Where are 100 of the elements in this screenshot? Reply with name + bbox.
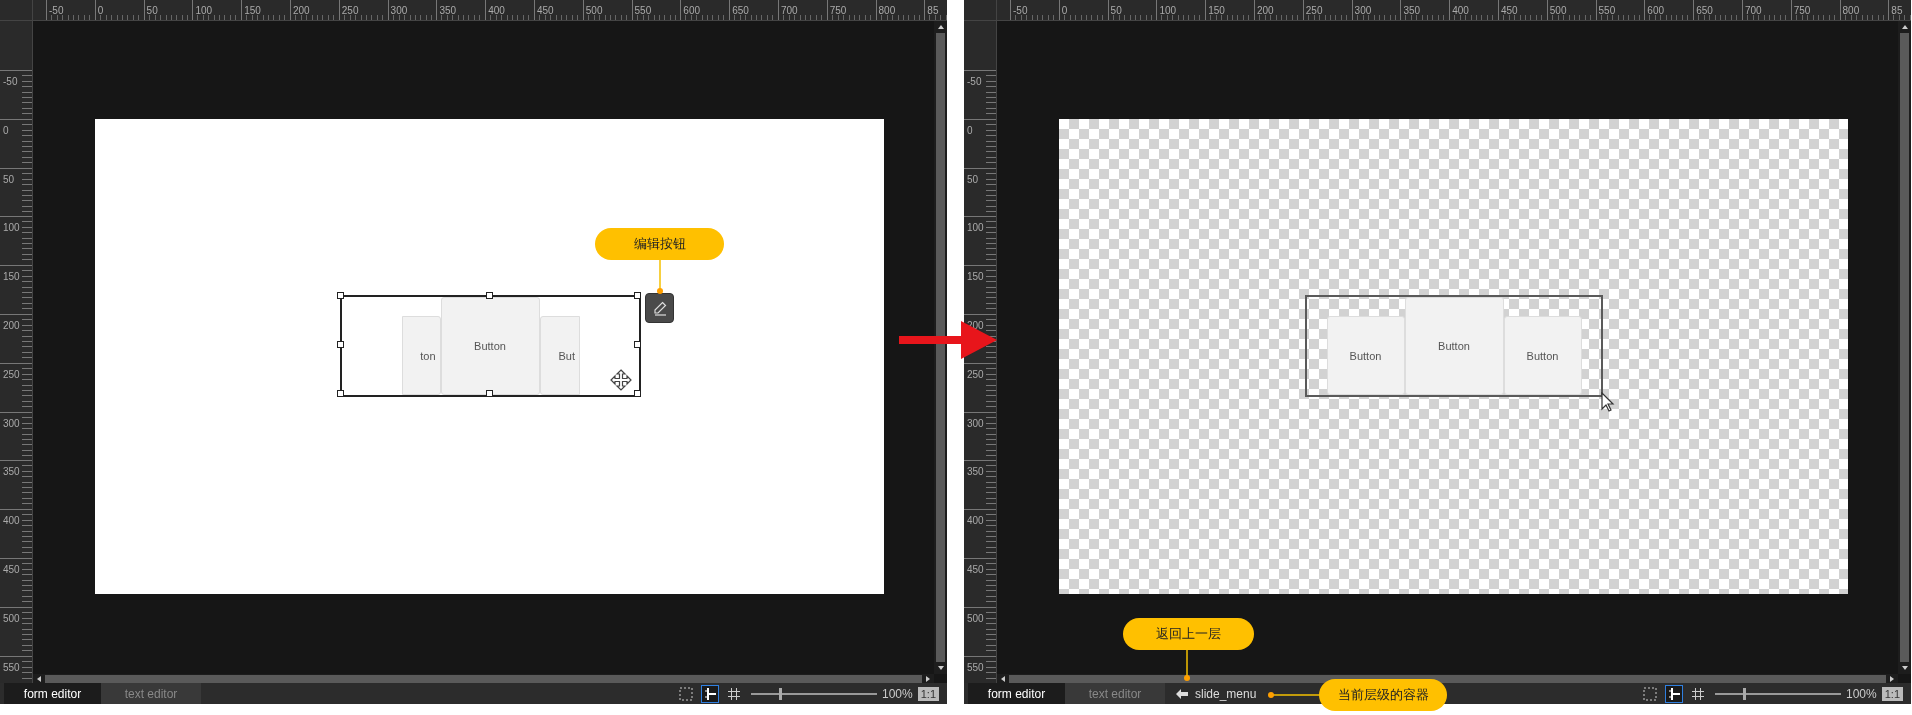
ruler-label: 85 <box>1890 5 1903 16</box>
ruler-label: 450 <box>535 5 554 16</box>
ruler-label: 150 <box>1207 5 1225 16</box>
edit-button[interactable] <box>645 293 674 323</box>
leader-line <box>656 260 664 295</box>
ruler-label: 50 <box>966 172 979 185</box>
ruler-label: 400 <box>2 514 20 527</box>
scroll-up-icon[interactable] <box>936 24 945 30</box>
ruler-label: 750 <box>1792 5 1811 16</box>
ruler-label: 700 <box>1743 5 1762 16</box>
ruler-label: 400 <box>487 5 505 16</box>
ruler-label: -50 <box>1012 5 1028 16</box>
ruler-label: 150 <box>2 270 20 283</box>
ruler-label: 500 <box>584 5 603 16</box>
slider-thumb[interactable] <box>1742 687 1746 700</box>
ruler-label: 650 <box>1695 5 1713 16</box>
snap-tool[interactable] <box>1665 684 1683 703</box>
ruler-label: 500 <box>1548 5 1567 16</box>
ruler-label: 250 <box>340 5 359 16</box>
scroll-down-icon[interactable] <box>936 665 945 671</box>
ruler-label: 300 <box>966 416 984 429</box>
ruler-label: 550 <box>966 660 984 673</box>
ruler-label: 250 <box>1304 5 1323 16</box>
scroll-up-icon[interactable] <box>1900 24 1909 30</box>
ruler-label: 85 <box>926 5 939 16</box>
ruler-label: 200 <box>292 5 310 16</box>
resize-handle[interactable] <box>634 390 641 397</box>
scroll-left-icon[interactable] <box>1000 674 1006 683</box>
scroll-right-icon[interactable] <box>1889 674 1895 683</box>
ruler-label: 450 <box>966 562 984 575</box>
scroll-right-icon[interactable] <box>925 674 931 683</box>
ruler-label: 550 <box>1597 5 1616 16</box>
ruler-label: 50 <box>145 5 158 16</box>
ruler-label: 0 <box>1060 5 1068 16</box>
ruler-label: 500 <box>966 611 984 624</box>
snap-tool[interactable] <box>701 684 719 703</box>
arrow-icon <box>899 319 997 361</box>
leader-line <box>1183 650 1191 682</box>
ruler-label: 600 <box>1646 5 1665 16</box>
scroll-left-icon[interactable] <box>36 674 42 683</box>
leader-line <box>1267 691 1319 699</box>
scrollbar-thumb[interactable] <box>1900 33 1909 662</box>
marquee-tool[interactable] <box>677 684 695 703</box>
breadcrumb-label[interactable]: slide_menu <box>1195 686 1257 701</box>
ruler-label: 250 <box>2 367 20 380</box>
ruler-label: 200 <box>2 319 20 331</box>
ruler-label: 450 <box>1499 5 1518 16</box>
actual-size-button[interactable]: 1:1 <box>917 686 939 701</box>
ruler-label: 100 <box>966 221 984 234</box>
resize-handle[interactable] <box>485 292 493 299</box>
resize-handle[interactable] <box>337 390 344 397</box>
resize-handle[interactable] <box>634 341 641 348</box>
slider-thumb[interactable] <box>778 687 782 700</box>
ruler-label: -50 <box>2 75 18 87</box>
resize-handle[interactable] <box>634 292 641 299</box>
ruler-label: -50 <box>966 75 982 87</box>
ruler-label: 550 <box>633 5 652 16</box>
pencil-icon <box>651 300 668 316</box>
resize-handle[interactable] <box>485 390 493 397</box>
ruler-label: 150 <box>966 270 984 283</box>
ruler-label: 300 <box>2 416 20 429</box>
ruler-label: 100 <box>1158 5 1177 16</box>
ruler-label: 600 <box>682 5 701 16</box>
resize-handle[interactable] <box>337 341 344 348</box>
ruler-label: 0 <box>966 123 973 136</box>
ruler-label: 550 <box>2 660 20 673</box>
editor-tab[interactable]: form editor <box>4 683 101 704</box>
ruler-label: 350 <box>2 465 20 478</box>
scrollbar-thumb[interactable] <box>936 33 945 662</box>
ruler-label: 350 <box>438 5 457 16</box>
vertical-scrollbar[interactable] <box>1898 21 1911 674</box>
ruler-label: 50 <box>1109 5 1122 16</box>
ruler-label: 200 <box>1256 5 1274 16</box>
ruler-label: 0 <box>96 5 104 16</box>
ruler-label: 650 <box>731 5 749 16</box>
ruler-label: 750 <box>828 5 847 16</box>
ruler-label: 350 <box>1402 5 1421 16</box>
ruler-label: 800 <box>877 5 896 16</box>
move-icon <box>610 369 632 391</box>
ruler-label: 100 <box>194 5 213 16</box>
actual-size-button[interactable]: 1:1 <box>1881 686 1903 701</box>
ruler-label: 300 <box>1353 5 1372 16</box>
callout-label: 返回上一层 <box>1123 618 1254 650</box>
ruler-label: 0 <box>2 123 9 136</box>
vertical-scrollbar[interactable] <box>934 21 947 674</box>
back-arrow-icon[interactable] <box>1175 687 1189 700</box>
resize-handle[interactable] <box>337 292 344 299</box>
ruler-label: 300 <box>389 5 408 16</box>
marquee-tool[interactable] <box>1641 684 1659 703</box>
ruler-label: 150 <box>243 5 261 16</box>
callout-label: 编辑按钮 <box>595 228 724 260</box>
zoom-percent: 100% <box>1846 686 1877 701</box>
ruler-label: 500 <box>2 611 20 624</box>
ruler-label: 250 <box>966 367 984 380</box>
zoom-percent: 100% <box>882 686 913 701</box>
ruler-label: 100 <box>2 221 20 234</box>
editor-tab[interactable]: form editor <box>968 683 1065 704</box>
scroll-down-icon[interactable] <box>1900 665 1909 671</box>
cursor-icon <box>1601 392 1615 412</box>
ruler-label: 400 <box>966 514 984 527</box>
